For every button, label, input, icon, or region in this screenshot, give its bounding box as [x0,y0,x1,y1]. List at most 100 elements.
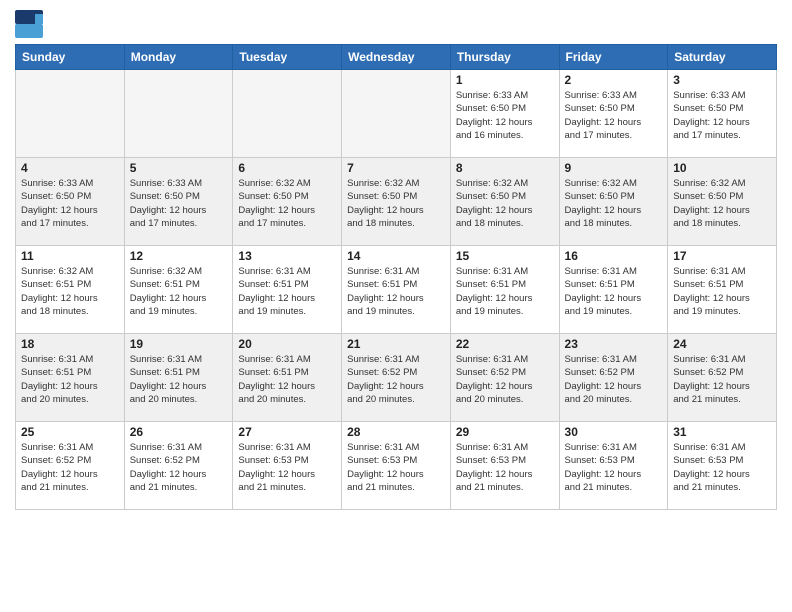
day-info: Sunrise: 6:33 AM Sunset: 6:50 PM Dayligh… [673,89,771,142]
day-number: 6 [238,161,336,175]
day-info: Sunrise: 6:31 AM Sunset: 6:52 PM Dayligh… [673,353,771,406]
day-info: Sunrise: 6:31 AM Sunset: 6:51 PM Dayligh… [565,265,663,318]
weekday-header-saturday: Saturday [668,45,777,70]
day-info: Sunrise: 6:31 AM Sunset: 6:51 PM Dayligh… [238,265,336,318]
week-row-3: 11 Sunrise: 6:32 AM Sunset: 6:51 PM Dayli… [16,246,777,334]
day-cell-20: 20 Sunrise: 6:31 AM Sunset: 6:51 PM Dayli… [233,334,342,422]
day-cell-15: 15Sunrise: 6:31 AM Sunset: 6:51 PM Dayli… [450,246,559,334]
day-number: 23 [565,337,663,351]
day-cell-27: 27 Sunrise: 6:31 AM Sunset: 6:53 PM Dayli… [233,422,342,510]
weekday-header-thursday: Thursday [450,45,559,70]
day-info: Sunrise: 6:31 AM Sunset: 6:52 PM Dayligh… [21,441,119,494]
day-number: 4 [21,161,119,175]
day-cell-1: 1 Sunrise: 6:33 AM Sunset: 6:50 PM Daylig… [450,70,559,158]
day-info: Sunrise: 6:31 AM Sunset: 6:51 PM Dayligh… [673,265,771,318]
day-number: 15 [456,249,554,263]
day-number: 27 [238,425,336,439]
day-info: Sunrise: 6:31 AM Sunset: 6:52 PM Dayligh… [456,353,554,406]
week-row-5: 25 Sunrise: 6:31 AM Sunset: 6:52 PM Dayli… [16,422,777,510]
day-number: 16 [565,249,663,263]
day-number: 7 [347,161,445,175]
day-number: 28 [347,425,445,439]
day-cell-30: 30 Sunrise: 6:31 AM Sunset: 6:53 PM Dayli… [559,422,668,510]
day-info: Sunrise: 6:33 AM Sunset: 6:50 PM Dayligh… [565,89,663,142]
day-cell-8: 8 Sunrise: 6:32 AM Sunset: 6:50 PM Daylig… [450,158,559,246]
day-cell-14: 14Sunrise: 6:31 AM Sunset: 6:51 PM Dayli… [342,246,451,334]
day-info: Sunrise: 6:32 AM Sunset: 6:50 PM Dayligh… [347,177,445,230]
day-cell-7: 7 Sunrise: 6:32 AM Sunset: 6:50 PM Daylig… [342,158,451,246]
day-cell-2: 2 Sunrise: 6:33 AM Sunset: 6:50 PM Daylig… [559,70,668,158]
day-number: 2 [565,73,663,87]
day-number: 13 [238,249,336,263]
day-number: 25 [21,425,119,439]
week-row-4: 18 Sunrise: 6:31 AM Sunset: 6:51 PM Dayli… [16,334,777,422]
day-number: 29 [456,425,554,439]
weekday-header-friday: Friday [559,45,668,70]
day-number: 18 [21,337,119,351]
weekday-header-row: SundayMondayTuesdayWednesdayThursdayFrid… [16,45,777,70]
day-info: Sunrise: 6:32 AM Sunset: 6:51 PM Dayligh… [21,265,119,318]
day-number: 21 [347,337,445,351]
empty-cell [16,70,125,158]
day-number: 5 [130,161,228,175]
header [15,10,777,38]
empty-cell [124,70,233,158]
empty-cell [342,70,451,158]
weekday-header-monday: Monday [124,45,233,70]
logo-icon [15,10,43,38]
day-cell-26: 26 Sunrise: 6:31 AM Sunset: 6:52 PM Dayli… [124,422,233,510]
day-number: 20 [238,337,336,351]
day-number: 17 [673,249,771,263]
empty-cell [233,70,342,158]
day-cell-31: 31 Sunrise: 6:31 AM Sunset: 6:53 PM Dayli… [668,422,777,510]
day-number: 10 [673,161,771,175]
day-cell-13: 13 Sunrise: 6:31 AM Sunset: 6:51 PM Dayli… [233,246,342,334]
day-number: 12 [130,249,228,263]
day-number: 30 [565,425,663,439]
day-cell-9: 9 Sunrise: 6:32 AM Sunset: 6:50 PM Daylig… [559,158,668,246]
weekday-header-sunday: Sunday [16,45,125,70]
day-cell-18: 18Sunrise: 6:31 AM Sunset: 6:51 PM Dayli… [16,334,125,422]
logo [15,10,45,38]
day-info: Sunrise: 6:31 AM Sunset: 6:53 PM Dayligh… [456,441,554,494]
week-row-2: 4Sunrise: 6:33 AM Sunset: 6:50 PM Daylig… [16,158,777,246]
day-cell-10: 10 Sunrise: 6:32 AM Sunset: 6:50 PM Dayli… [668,158,777,246]
page: SundayMondayTuesdayWednesdayThursdayFrid… [0,0,792,612]
day-info: Sunrise: 6:31 AM Sunset: 6:51 PM Dayligh… [347,265,445,318]
day-number: 26 [130,425,228,439]
day-cell-6: 6 Sunrise: 6:32 AM Sunset: 6:50 PM Daylig… [233,158,342,246]
day-info: Sunrise: 6:33 AM Sunset: 6:50 PM Dayligh… [456,89,554,142]
day-number: 8 [456,161,554,175]
week-row-1: 1 Sunrise: 6:33 AM Sunset: 6:50 PM Daylig… [16,70,777,158]
day-info: Sunrise: 6:31 AM Sunset: 6:52 PM Dayligh… [565,353,663,406]
day-cell-17: 17 Sunrise: 6:31 AM Sunset: 6:51 PM Dayli… [668,246,777,334]
day-cell-21: 21 Sunrise: 6:31 AM Sunset: 6:52 PM Dayli… [342,334,451,422]
day-info: Sunrise: 6:31 AM Sunset: 6:53 PM Dayligh… [238,441,336,494]
day-cell-4: 4Sunrise: 6:33 AM Sunset: 6:50 PM Daylig… [16,158,125,246]
day-number: 1 [456,73,554,87]
day-info: Sunrise: 6:31 AM Sunset: 6:52 PM Dayligh… [347,353,445,406]
day-number: 9 [565,161,663,175]
day-number: 19 [130,337,228,351]
day-info: Sunrise: 6:32 AM Sunset: 6:50 PM Dayligh… [238,177,336,230]
day-cell-28: 28 Sunrise: 6:31 AM Sunset: 6:53 PM Dayli… [342,422,451,510]
day-info: Sunrise: 6:31 AM Sunset: 6:53 PM Dayligh… [673,441,771,494]
day-cell-23: 23 Sunrise: 6:31 AM Sunset: 6:52 PM Dayli… [559,334,668,422]
day-info: Sunrise: 6:32 AM Sunset: 6:50 PM Dayligh… [456,177,554,230]
calendar-table: SundayMondayTuesdayWednesdayThursdayFrid… [15,44,777,510]
day-cell-19: 19Sunrise: 6:31 AM Sunset: 6:51 PM Dayli… [124,334,233,422]
weekday-header-wednesday: Wednesday [342,45,451,70]
day-info: Sunrise: 6:31 AM Sunset: 6:52 PM Dayligh… [130,441,228,494]
day-number: 31 [673,425,771,439]
day-info: Sunrise: 6:31 AM Sunset: 6:53 PM Dayligh… [565,441,663,494]
day-number: 3 [673,73,771,87]
day-info: Sunrise: 6:31 AM Sunset: 6:51 PM Dayligh… [238,353,336,406]
day-cell-22: 22 Sunrise: 6:31 AM Sunset: 6:52 PM Dayli… [450,334,559,422]
day-cell-16: 16 Sunrise: 6:31 AM Sunset: 6:51 PM Dayli… [559,246,668,334]
day-number: 22 [456,337,554,351]
day-info: Sunrise: 6:32 AM Sunset: 6:50 PM Dayligh… [565,177,663,230]
day-cell-29: 29 Sunrise: 6:31 AM Sunset: 6:53 PM Dayli… [450,422,559,510]
day-info: Sunrise: 6:31 AM Sunset: 6:53 PM Dayligh… [347,441,445,494]
day-info: Sunrise: 6:32 AM Sunset: 6:50 PM Dayligh… [673,177,771,230]
day-number: 11 [21,249,119,263]
